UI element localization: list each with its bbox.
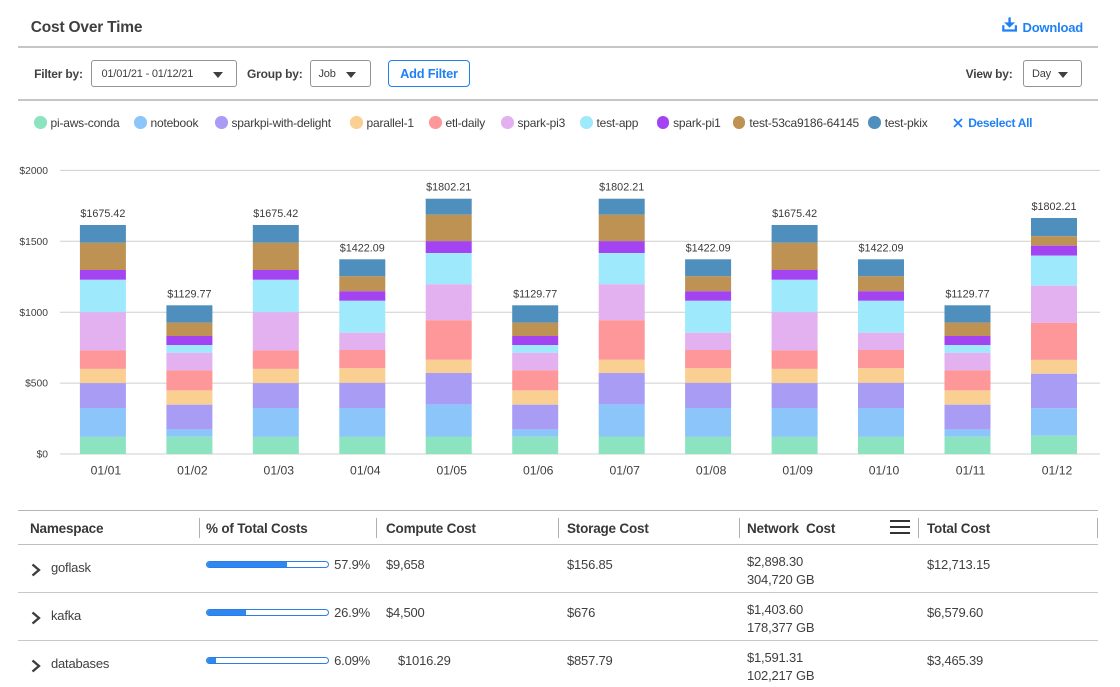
svg-text:01/09: 01/09: [782, 464, 813, 478]
svg-text:$1422.09: $1422.09: [858, 242, 903, 254]
svg-text:01/03: 01/03: [264, 464, 295, 478]
svg-text:01/01: 01/01: [91, 464, 122, 478]
svg-text:01/05: 01/05: [436, 464, 467, 478]
svg-text:$1129.77: $1129.77: [945, 288, 989, 300]
svg-text:$1422.09: $1422.09: [686, 242, 731, 254]
svg-text:01/12: 01/12: [1042, 464, 1073, 478]
svg-text:$1129.77: $1129.77: [167, 288, 211, 300]
svg-text:$1422.09: $1422.09: [340, 242, 385, 254]
svg-text:$1500: $1500: [19, 237, 48, 248]
svg-text:$500: $500: [25, 379, 48, 390]
svg-text:01/02: 01/02: [177, 464, 208, 478]
svg-text:01/04: 01/04: [350, 464, 381, 478]
svg-text:$1000: $1000: [19, 308, 48, 319]
svg-text:$1129.77: $1129.77: [513, 288, 557, 300]
svg-text:$1802.21: $1802.21: [599, 182, 644, 194]
svg-text:01/08: 01/08: [696, 464, 727, 478]
svg-text:$1675.42: $1675.42: [253, 208, 298, 220]
svg-text:01/06: 01/06: [523, 464, 554, 478]
svg-text:$1802.21: $1802.21: [1031, 201, 1076, 213]
svg-text:01/07: 01/07: [609, 464, 640, 478]
svg-text:$1675.42: $1675.42: [772, 208, 817, 220]
svg-text:$0: $0: [37, 450, 49, 461]
svg-text:01/10: 01/10: [869, 464, 900, 478]
svg-text:$1802.21: $1802.21: [426, 182, 471, 194]
svg-text:$2000: $2000: [19, 166, 48, 177]
svg-text:01/11: 01/11: [956, 464, 986, 478]
svg-text:$1675.42: $1675.42: [80, 208, 125, 220]
